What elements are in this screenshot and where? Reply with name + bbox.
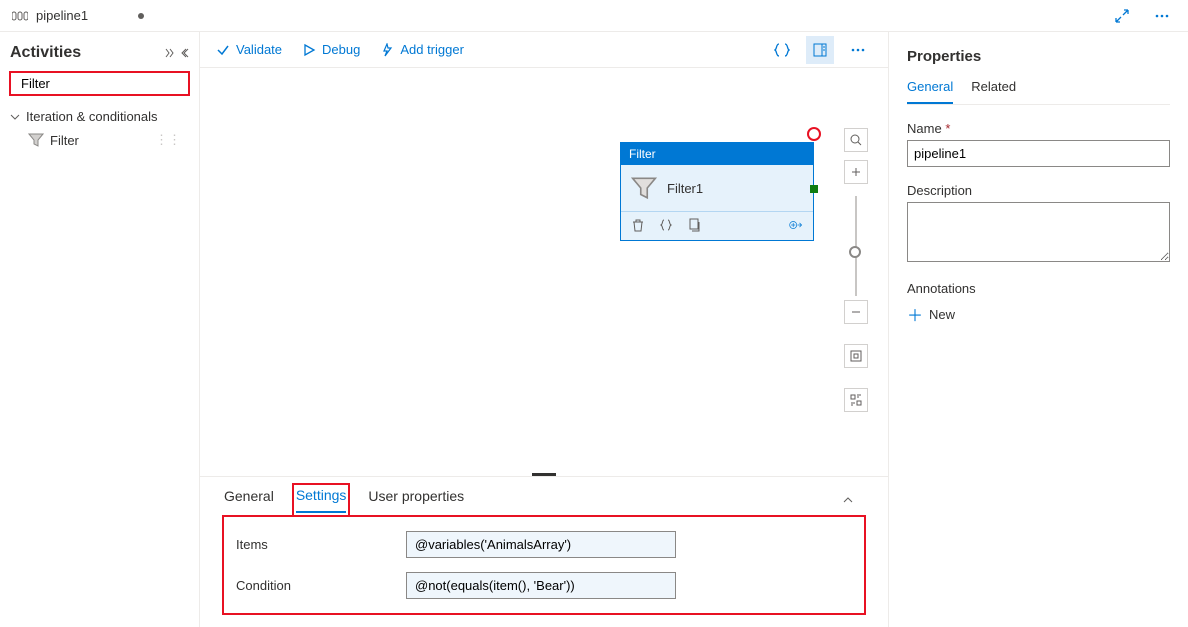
- auto-align-button[interactable]: [844, 388, 868, 412]
- activity-label: Filter: [50, 133, 79, 148]
- condition-input[interactable]: [406, 572, 676, 599]
- output-connector[interactable]: [810, 185, 818, 193]
- zoom-in-button[interactable]: [844, 160, 868, 184]
- category-label: Iteration & conditionals: [26, 109, 158, 124]
- pipeline-description-input[interactable]: [907, 202, 1170, 262]
- copy-icon[interactable]: [687, 218, 701, 232]
- funnel-icon: [631, 175, 657, 201]
- filter-settings-form: Items Condition: [224, 517, 864, 613]
- prop-tab-related[interactable]: Related: [971, 79, 1016, 104]
- description-label: Description: [907, 183, 1170, 198]
- canvas-tools: [844, 128, 868, 420]
- activities-search-input[interactable]: [21, 76, 197, 91]
- annotations-label: Annotations: [907, 281, 1170, 296]
- tab-title[interactable]: pipeline1: [36, 8, 88, 23]
- node-name: Filter1: [667, 181, 703, 196]
- status-error-icon: [807, 127, 821, 141]
- expand-icon[interactable]: [1108, 2, 1136, 30]
- category-iteration-conditionals[interactable]: Iteration & conditionals: [10, 105, 189, 128]
- editor-center: Validate Debug Add trigger: [200, 32, 888, 627]
- plus-icon: ＋: [907, 302, 923, 326]
- zoom-out-button[interactable]: [844, 300, 868, 324]
- collapse-panel-icon[interactable]: [842, 495, 854, 505]
- zoom-slider[interactable]: [855, 196, 857, 296]
- add-annotation-button[interactable]: ＋ New: [907, 302, 1170, 326]
- tab-settings[interactable]: Settings: [296, 487, 347, 513]
- activities-search[interactable]: [10, 72, 189, 95]
- funnel-icon: [28, 132, 44, 148]
- name-label: Name *: [907, 121, 1170, 136]
- more-icon[interactable]: [1148, 2, 1176, 30]
- prop-tab-general[interactable]: General: [907, 79, 953, 104]
- properties-toggle-button[interactable]: [806, 36, 834, 64]
- zoom-slider-thumb[interactable]: [849, 246, 861, 258]
- items-label: Items: [236, 537, 406, 552]
- zoom-fit-button[interactable]: [844, 344, 868, 368]
- canvas-search-button[interactable]: [844, 128, 868, 152]
- node-toolbar: [621, 211, 813, 240]
- activities-sidebar: Activities Iteration & conditionals Filt…: [0, 32, 200, 627]
- drag-handle-icon: ⋮⋮: [155, 132, 181, 148]
- chevron-down-icon: [10, 112, 20, 122]
- tab-user-properties[interactable]: User properties: [368, 488, 464, 512]
- collapse-left-icon[interactable]: [179, 48, 189, 58]
- panel-resize-handle[interactable]: [532, 473, 556, 476]
- add-trigger-button[interactable]: Add trigger: [380, 42, 464, 57]
- delete-icon[interactable]: [631, 218, 645, 232]
- json-view-button[interactable]: [768, 36, 796, 64]
- debug-button[interactable]: Debug: [302, 42, 360, 57]
- top-tab-bar: pipeline1: [0, 0, 1188, 32]
- node-header: Filter: [621, 143, 813, 165]
- activities-heading: Activities: [10, 44, 81, 62]
- unsaved-indicator-icon: [138, 13, 144, 19]
- activity-settings-panel: General Settings User properties Items C…: [200, 476, 888, 627]
- tab-general[interactable]: General: [224, 488, 274, 512]
- pipeline-action-bar: Validate Debug Add trigger: [200, 32, 888, 68]
- add-output-icon[interactable]: [789, 218, 803, 232]
- pipeline-icon: [12, 10, 28, 22]
- properties-heading: Properties: [907, 48, 1170, 65]
- items-input[interactable]: [406, 531, 676, 558]
- properties-pane: Properties General Related Name * Descri…: [888, 32, 1188, 627]
- chevron-double-icon[interactable]: [163, 48, 175, 58]
- pipeline-canvas[interactable]: Filter Filter1: [200, 68, 888, 476]
- activity-filter[interactable]: Filter ⋮⋮: [20, 128, 189, 152]
- code-braces-icon[interactable]: [659, 218, 673, 232]
- validate-button[interactable]: Validate: [216, 42, 282, 57]
- condition-label: Condition: [236, 578, 406, 593]
- filter-activity-node[interactable]: Filter Filter1: [620, 142, 814, 241]
- pipeline-name-input[interactable]: [907, 140, 1170, 167]
- more-actions-button[interactable]: [844, 36, 872, 64]
